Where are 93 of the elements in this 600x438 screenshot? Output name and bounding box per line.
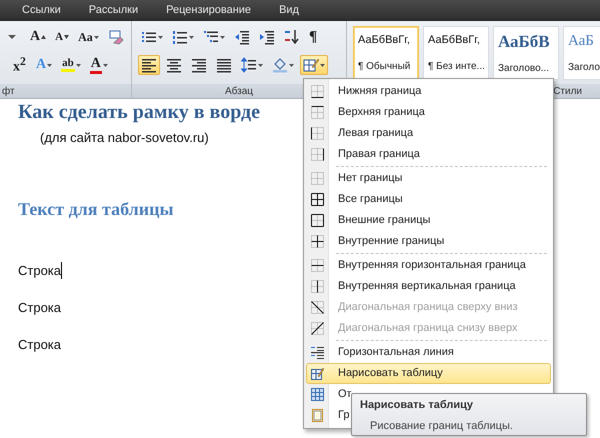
menu-item[interactable]: Горизонтальная линия bbox=[338, 347, 454, 358]
menu-item[interactable]: Левая граница bbox=[338, 128, 414, 139]
menu-item[interactable]: Верхняя граница bbox=[338, 107, 425, 118]
decrease-indent-icon bbox=[234, 29, 250, 45]
caret-icon bbox=[320, 64, 325, 66]
ribbon-tab[interactable]: Ссылки bbox=[22, 4, 61, 16]
caret-icon bbox=[76, 64, 81, 66]
border-icon bbox=[311, 127, 324, 140]
document-line: Строка bbox=[18, 300, 62, 314]
border-icon bbox=[311, 214, 324, 227]
align-left-icon bbox=[141, 57, 157, 73]
border-icon bbox=[311, 85, 324, 98]
menu-item[interactable]: Внутренняя горизонтальная граница bbox=[338, 260, 526, 271]
numbered-list-icon bbox=[172, 29, 188, 45]
border-icon bbox=[311, 148, 324, 161]
border-icon bbox=[311, 235, 324, 248]
style-name: Заголо bbox=[568, 62, 600, 73]
menu-item[interactable]: Все границы bbox=[338, 194, 403, 205]
font-color-button[interactable]: A bbox=[86, 55, 111, 75]
align-left-button[interactable] bbox=[138, 55, 160, 75]
highlight-button[interactable]: ab bbox=[58, 55, 84, 75]
style-tile[interactable]: АаБбВвГг, ¶ Без инте... bbox=[423, 26, 489, 80]
diagonal-border-icon bbox=[311, 301, 324, 314]
justify-icon bbox=[216, 57, 232, 73]
table-pencil-button[interactable] bbox=[300, 55, 328, 75]
border-icon bbox=[311, 193, 324, 206]
style-tile[interactable]: АаБ Заголо bbox=[563, 26, 600, 80]
grid-icon bbox=[311, 388, 324, 401]
style-name: Заголово... bbox=[498, 62, 549, 74]
grow-font-button[interactable]: A bbox=[27, 27, 50, 47]
menu-item[interactable]: Нижняя граница bbox=[338, 86, 422, 97]
menu-item[interactable]: От bbox=[338, 389, 352, 400]
caret-icon bbox=[94, 36, 99, 38]
menu-item[interactable]: Внутренняя вертикальная граница bbox=[338, 281, 516, 292]
down-caret-icon bbox=[64, 35, 70, 39]
document-subtitle: (для сайта nabor-sovetov.ru) bbox=[40, 130, 209, 145]
document-line: Строка bbox=[18, 336, 62, 352]
caret-icon bbox=[102, 64, 108, 66]
show-marks-button[interactable]: ¶ bbox=[306, 27, 326, 47]
border-icon bbox=[311, 106, 324, 119]
tooltip-title: Нарисовать таблицу bbox=[360, 399, 473, 411]
caret-icon bbox=[220, 36, 225, 38]
menu-item[interactable]: Нарисовать таблицу bbox=[306, 363, 551, 384]
style-sample: АаБ bbox=[568, 33, 594, 50]
caret-icon bbox=[47, 64, 52, 66]
ribbon-tab[interactable]: Рассылки bbox=[88, 4, 138, 16]
caret-icon bbox=[158, 36, 163, 38]
bullet-list-icon bbox=[141, 29, 157, 45]
change-case-button[interactable]: Aa bbox=[75, 27, 102, 47]
border-icon bbox=[311, 280, 324, 293]
style-name: ¶ Обычный bbox=[358, 60, 410, 72]
ribbon-tab[interactable]: Вид bbox=[279, 4, 299, 16]
style-sample: АаБбВвГг, bbox=[358, 34, 410, 46]
tooltip-description: Рисование границ таблицы. bbox=[369, 420, 513, 432]
style-sample: АаБбВвГг, bbox=[428, 34, 480, 46]
diagonal-border-icon bbox=[311, 322, 324, 335]
menu-item[interactable]: Внутренние границы bbox=[338, 236, 444, 247]
ribbon-tab[interactable]: Рецензирование bbox=[166, 4, 252, 16]
multilevel-list-icon bbox=[203, 29, 219, 45]
style-sample: АаБбВ bbox=[498, 32, 550, 52]
menu-item[interactable]: Гр bbox=[338, 410, 350, 421]
caret-icon bbox=[258, 64, 263, 66]
document-line: Строка bbox=[18, 262, 62, 278]
group-label: фт bbox=[2, 86, 15, 96]
up-caret-icon bbox=[41, 35, 46, 39]
group-label: Стили bbox=[553, 86, 582, 96]
superscript-button[interactable]: x$^{2}$ bbox=[10, 55, 30, 75]
caret-icon bbox=[289, 64, 294, 66]
align-right-icon bbox=[191, 57, 207, 73]
menu-item[interactable]: Нет границы bbox=[338, 173, 402, 184]
increase-indent-icon bbox=[259, 29, 275, 45]
menu-item[interactable]: Правая граница bbox=[338, 149, 420, 160]
caret-icon bbox=[189, 36, 194, 38]
table-pencil-icon bbox=[303, 57, 319, 73]
paint-bucket-icon bbox=[272, 57, 288, 73]
horizontal-line-icon bbox=[311, 346, 324, 359]
line-spacing-button[interactable] bbox=[238, 55, 266, 75]
eraser-icon bbox=[108, 29, 124, 45]
shrink-font-button[interactable]: A bbox=[52, 27, 72, 47]
menu-item[interactable]: Внешние границы bbox=[338, 215, 430, 226]
table-pencil-icon bbox=[311, 367, 324, 380]
document-title: Как сделать рамку в ворде bbox=[18, 101, 260, 124]
group-label: Абзац bbox=[224, 86, 254, 96]
document-heading: Текст для таблицы bbox=[18, 199, 174, 220]
line-spacing-icon bbox=[241, 57, 257, 73]
border-icon bbox=[311, 172, 324, 185]
border-icon bbox=[311, 259, 324, 272]
style-tile[interactable]: АаБбВвГг, ¶ Обычный bbox=[353, 26, 419, 80]
align-center-icon bbox=[166, 57, 182, 73]
style-tile[interactable]: АаБбВ Заголово... bbox=[493, 26, 559, 80]
page-icon bbox=[311, 409, 324, 422]
style-name: ¶ Без инте... bbox=[428, 60, 485, 72]
sort-icon bbox=[284, 29, 300, 45]
